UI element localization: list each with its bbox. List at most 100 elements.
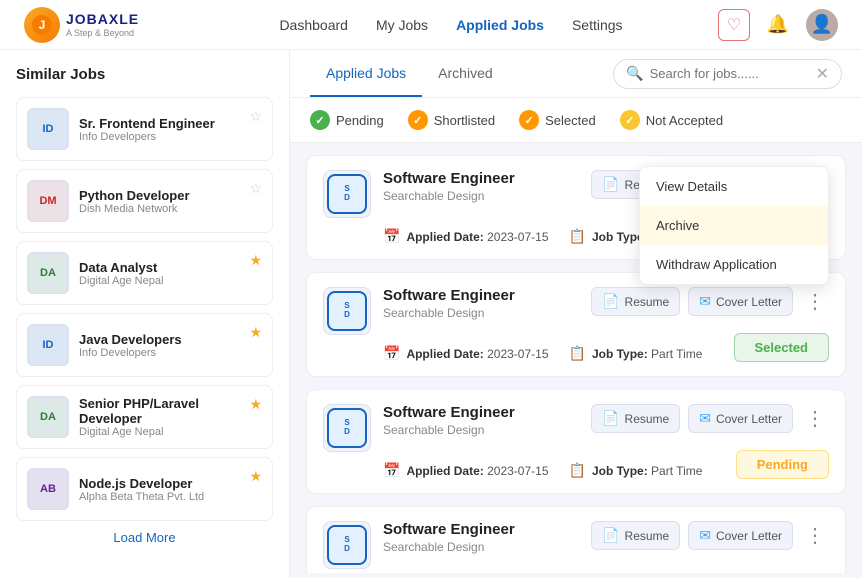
briefcase-icon: 📋	[569, 345, 586, 362]
mail-icon: ✉	[699, 527, 711, 544]
applied-date-label: Applied Date: 2023-07-15	[406, 347, 548, 361]
applied-card-header: SD Software Engineer Searchable Design 📄…	[323, 287, 829, 335]
not-accepted-dot: ✓	[620, 110, 640, 130]
list-item[interactable]: ID Sr. Frontend Engineer Info Developers…	[16, 97, 273, 161]
nav-my-jobs[interactable]: My Jobs	[376, 17, 428, 33]
briefcase-icon: 📋	[569, 462, 586, 479]
tab-applied-jobs[interactable]: Applied Jobs	[310, 51, 422, 97]
svg-text:J: J	[39, 18, 46, 32]
similar-jobs-list: ID Sr. Frontend Engineer Info Developers…	[16, 97, 273, 521]
table-row: SD Software Engineer Searchable Design 📄…	[306, 272, 846, 377]
job-title: Sr. Frontend Engineer	[79, 116, 262, 131]
job-type-label: Job Type: Part Time	[592, 347, 702, 361]
job-title: Java Developers	[79, 332, 262, 347]
applied-date-label: Applied Date: 2023-07-15	[406, 230, 548, 244]
list-item[interactable]: DA Senior PHP/Laravel Developer Digital …	[16, 385, 273, 449]
selected-dot: ✓	[519, 110, 539, 130]
job-title: Node.js Developer	[79, 476, 262, 491]
applied-card-header: SD Software Engineer Searchable Design 📄…	[323, 521, 829, 569]
applied-job-title: Software Engineer	[383, 287, 579, 304]
job-company: Digital Age Nepal	[79, 426, 262, 438]
status-badge: Pending	[736, 450, 829, 479]
right-panel: Applied Jobs Archived 🔍 ✕ ✓ Pending ✓ Sh…	[290, 50, 862, 578]
search-input[interactable]	[650, 66, 810, 81]
job-title: Senior PHP/Laravel Developer	[79, 396, 262, 426]
job-company: Dish Media Network	[79, 203, 262, 215]
tab-archived[interactable]: Archived	[422, 51, 508, 97]
star-icon[interactable]: ★	[249, 252, 262, 269]
star-icon[interactable]: ★	[249, 468, 262, 485]
star-icon[interactable]: ☆	[249, 180, 262, 197]
nav-settings[interactable]: Settings	[572, 17, 623, 33]
applied-job-info: Software Engineer Searchable Design	[383, 404, 579, 437]
nav-applied-jobs[interactable]: Applied Jobs	[456, 17, 544, 33]
dropdown-view-details[interactable]: View Details	[640, 167, 828, 206]
job-logo: AB	[27, 468, 69, 510]
cover-letter-button[interactable]: ✉ Cover Letter	[688, 521, 793, 550]
resume-button[interactable]: 📄 Resume	[591, 521, 680, 550]
applied-job-title: Software Engineer	[383, 404, 579, 421]
notifications-button[interactable]: 🔔	[762, 9, 794, 41]
sidebar-title: Similar Jobs	[16, 66, 273, 83]
load-more-button[interactable]: Load More	[113, 530, 175, 545]
more-options-button[interactable]: ⋮	[801, 521, 829, 550]
applied-date-item: 📅 Applied Date: 2023-07-15	[383, 228, 549, 245]
filter-not-accepted[interactable]: ✓ Not Accepted	[620, 110, 723, 130]
applied-logo: SD	[323, 170, 371, 218]
applied-actions: 📄 Resume ✉ Cover Letter ⋮	[591, 521, 829, 550]
job-logo: ID	[27, 108, 69, 150]
pdf-icon: 📄	[602, 410, 619, 427]
applied-company: Searchable Design	[383, 540, 579, 554]
star-icon[interactable]: ★	[249, 396, 262, 413]
star-icon[interactable]: ★	[249, 324, 262, 341]
list-item[interactable]: ID Java Developers Info Developers ★	[16, 313, 273, 377]
cover-letter-button[interactable]: ✉ Cover Letter	[688, 404, 793, 433]
applied-job-info: Software Engineer Searchable Design	[383, 170, 579, 203]
filter-pending[interactable]: ✓ Pending	[310, 110, 384, 130]
load-more-area: Load More	[16, 529, 273, 547]
dropdown-archive[interactable]: Archive	[640, 206, 828, 245]
list-item[interactable]: DM Python Developer Dish Media Network ☆	[16, 169, 273, 233]
search-icon: 🔍	[626, 65, 643, 82]
calendar-icon: 📅	[383, 462, 400, 479]
job-info: Node.js Developer Alpha Beta Theta Pvt. …	[79, 476, 262, 503]
company-logo: SD	[327, 525, 367, 565]
filter-shortlisted[interactable]: ✓ Shortlisted	[408, 110, 495, 130]
calendar-icon: 📅	[383, 228, 400, 245]
list-item[interactable]: AB Node.js Developer Alpha Beta Theta Pv…	[16, 457, 273, 521]
avatar[interactable]: 👤	[806, 9, 838, 41]
list-item[interactable]: DA Data Analyst Digital Age Nepal ★	[16, 241, 273, 305]
more-options-button[interactable]: ⋮	[801, 404, 829, 433]
job-type-item: 📋 Job Type: Part Time	[569, 462, 703, 479]
more-options-button[interactable]: ⋮	[801, 287, 829, 316]
filter-selected[interactable]: ✓ Selected	[519, 110, 596, 130]
job-company: Digital Age Nepal	[79, 275, 262, 287]
company-logo: SD	[327, 174, 367, 214]
nav-dashboard[interactable]: Dashboard	[279, 17, 348, 33]
logo-name: JOBAXLE	[66, 11, 139, 27]
header: J JOBAXLE A Step & Beyond Dashboard My J…	[0, 0, 862, 50]
resume-label: Resume	[625, 412, 670, 426]
star-icon[interactable]: ☆	[249, 108, 262, 125]
applied-date-item: 📅 Applied Date: 2023-07-15	[383, 345, 549, 362]
mail-icon: ✉	[699, 293, 711, 310]
logo-area: J JOBAXLE A Step & Beyond	[24, 7, 184, 43]
applied-logo: SD	[323, 521, 371, 569]
cover-letter-button[interactable]: ✉ Cover Letter	[688, 287, 793, 316]
close-search-icon[interactable]: ✕	[816, 64, 829, 84]
applied-logo: SD	[323, 404, 371, 452]
pdf-icon: 📄	[602, 527, 619, 544]
favorites-button[interactable]: ♡	[718, 9, 750, 41]
resume-button[interactable]: 📄 Resume	[591, 404, 680, 433]
applied-jobs-list: SD Software Engineer Searchable Design 📄…	[290, 143, 862, 573]
shortlisted-label: Shortlisted	[434, 113, 495, 128]
job-info: Java Developers Info Developers	[79, 332, 262, 359]
applied-job-title: Software Engineer	[383, 521, 579, 538]
dropdown-withdraw[interactable]: Withdraw Application	[640, 245, 828, 284]
shortlisted-dot: ✓	[408, 110, 428, 130]
resume-button[interactable]: 📄 Resume	[591, 287, 680, 316]
job-logo: ID	[27, 324, 69, 366]
job-info: Sr. Frontend Engineer Info Developers	[79, 116, 262, 143]
cover-letter-label: Cover Letter	[716, 529, 782, 543]
company-logo: SD	[327, 291, 367, 331]
